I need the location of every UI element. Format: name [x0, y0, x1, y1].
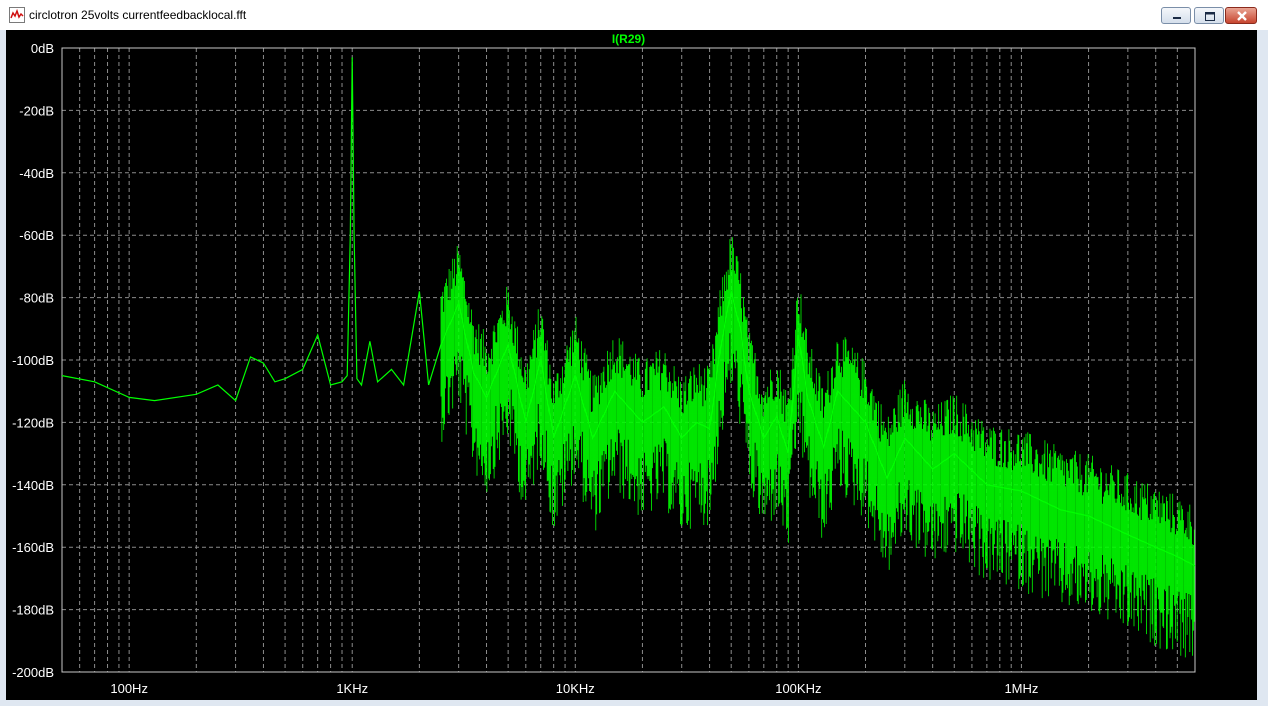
y-tick-label: -140dB: [12, 478, 54, 493]
y-tick-label: 0dB: [31, 41, 54, 56]
x-tick-label: 1MHz: [1004, 681, 1038, 696]
close-icon: [1237, 11, 1247, 21]
plot-area[interactable]: 0dB -20dB -40dB -60dB -80dB -100dB -120dB -140d…: [6, 30, 1257, 700]
maximize-button[interactable]: [1194, 7, 1224, 24]
title-bar[interactable]: circlotron 25volts currentfeedbacklocal.…: [0, 0, 1268, 30]
close-button[interactable]: [1225, 7, 1257, 24]
y-tick-label: -200dB: [12, 665, 54, 680]
y-tick-label: -160dB: [12, 540, 54, 555]
y-tick-label: -180dB: [12, 603, 54, 618]
waveform-app-icon: [9, 7, 25, 23]
y-tick-label: -60dB: [19, 228, 54, 243]
y-tick-label: -100dB: [12, 353, 54, 368]
minimize-icon: [1173, 17, 1181, 19]
trace-title: I(R29): [612, 32, 645, 46]
y-tick-label: -40dB: [19, 166, 54, 181]
fft-plot[interactable]: 0dB -20dB -40dB -60dB -80dB -100dB -120dB -140d…: [6, 30, 1257, 700]
x-tick-label: 1KHz: [336, 681, 368, 696]
y-tick-label: -120dB: [12, 415, 54, 430]
x-tick-label: 100KHz: [775, 681, 821, 696]
window-title: circlotron 25volts currentfeedbacklocal.…: [29, 8, 247, 22]
window: circlotron 25volts currentfeedbacklocal.…: [0, 0, 1268, 706]
y-tick-label: -80dB: [19, 291, 54, 306]
x-tick-label: 10KHz: [556, 681, 595, 696]
x-tick-label: 100Hz: [110, 681, 148, 696]
y-tick-label: -20dB: [19, 103, 54, 118]
maximize-icon: [1205, 12, 1215, 21]
minimize-button[interactable]: [1161, 7, 1191, 24]
